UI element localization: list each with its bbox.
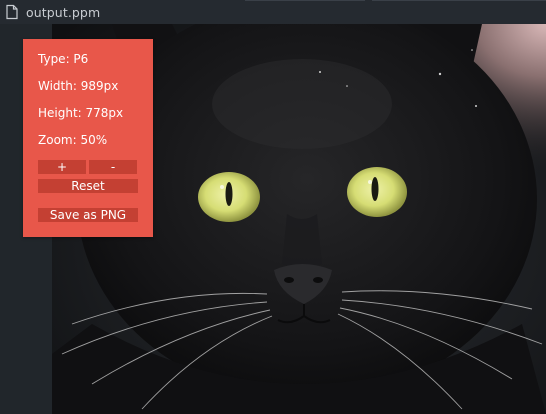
tab-title: output.ppm [26, 4, 101, 20]
image-width-label: Width: 989px [38, 79, 119, 93]
zoom-in-button[interactable]: + [38, 160, 86, 174]
tab-divider [372, 0, 546, 1]
tab-bar: output.ppm [0, 0, 546, 24]
zoom-level-label: Zoom: 50% [38, 133, 108, 147]
zoom-out-button[interactable]: - [89, 160, 137, 174]
tab-output-ppm[interactable]: output.ppm [0, 0, 242, 24]
tab-divider [245, 0, 365, 1]
reset-button[interactable]: Reset [38, 179, 138, 193]
file-icon [6, 4, 18, 20]
save-as-png-button[interactable]: Save as PNG [38, 208, 138, 222]
image-info-panel: Type: P6 Width: 989px Height: 778px Zoom… [23, 39, 153, 237]
image-height-label: Height: 778px [38, 106, 124, 120]
image-type-label: Type: P6 [38, 52, 89, 66]
